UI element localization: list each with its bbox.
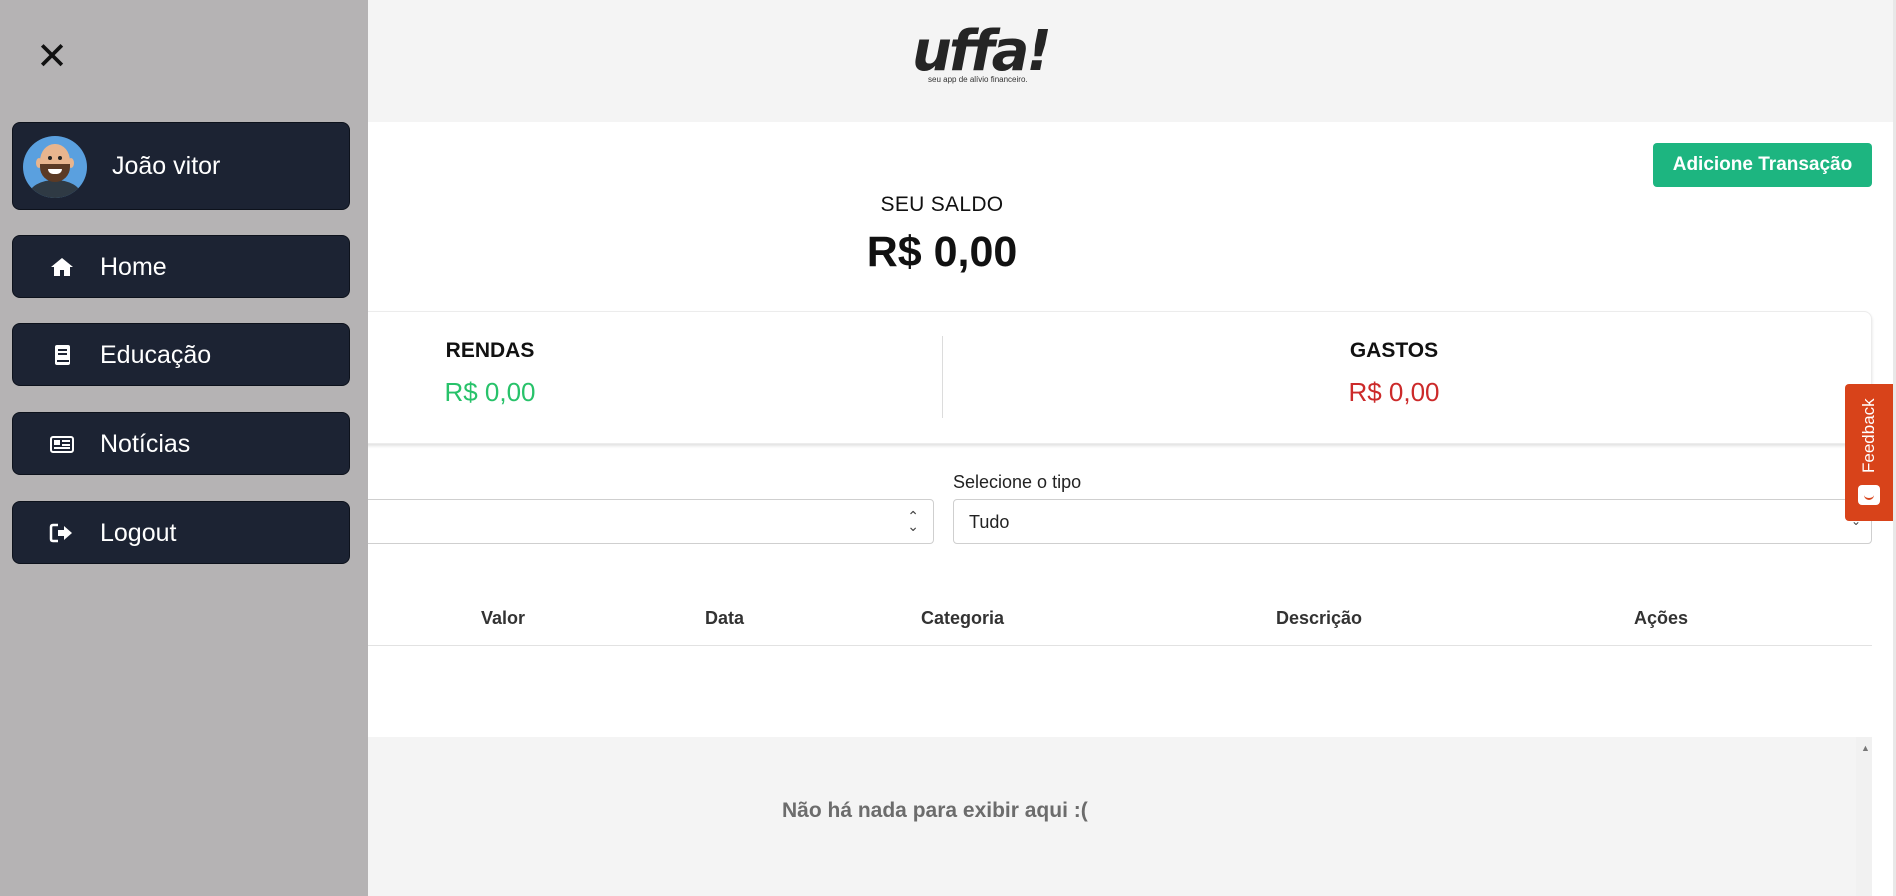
expenses-value: R$ 0,00 [1348,377,1440,407]
balance-value: R$ 0,00 [866,228,1018,276]
logo-wordmark: uffa! [912,19,1052,84]
newspaper-icon [50,436,74,453]
incomes-value: R$ 0,00 [444,377,536,407]
incomes-label: RENDAS [445,339,535,362]
summary-divider [942,336,943,418]
home-icon [51,258,73,276]
column-header-acoes: Ações [1634,608,1689,628]
updown-chevron-icon: ⌃ ⌄ [907,508,919,534]
sidebar-item-educacao[interactable]: Educação [12,323,350,386]
feedback-smile-icon [1858,485,1880,505]
uffa-logo[interactable]: uffa! seu app de alívio financeiro. [912,22,1052,88]
sidebar-item-home[interactable]: Home [12,235,350,298]
book-icon [55,345,70,365]
balance-label: SEU SALDO [880,193,1004,216]
logout-icon [49,523,72,543]
sidebar-item-logout[interactable]: Logout [12,501,350,564]
sidebar-item-label: Educação [100,341,212,369]
sidebar-item-label: Home [100,253,167,281]
close-icon[interactable]: ✕ [30,34,74,78]
panel-scrollbar[interactable] [1856,737,1872,896]
logo-tagline: seu app de alívio financeiro. [928,75,1028,84]
sidebar-item-label: Logout [100,519,177,547]
type-select-value: Tudo [969,512,1010,532]
side-drawer: ✕ João vitor Home Educação Notícias Logo… [0,0,368,896]
column-header-data: Data [705,608,745,628]
avatar [23,136,87,198]
column-header-descricao: Descrição [1276,608,1363,628]
sidebar-item-label: Notícias [100,430,191,458]
add-transaction-button[interactable]: Adicione Transação [1653,143,1872,187]
user-name: João vitor [112,152,221,180]
feedback-label: Feedback [1859,398,1878,474]
sidebar-item-noticias[interactable]: Notícias [12,412,350,475]
expenses-label: GASTOS [1349,339,1439,362]
scroll-up-arrow-icon[interactable]: ▲ [1861,743,1870,753]
column-header-categoria: Categoria [921,608,1005,628]
column-header-valor: Valor [481,608,526,628]
type-select-label: Selecione o tipo [953,472,1082,492]
user-profile-card[interactable]: João vitor [12,122,350,210]
type-select[interactable]: Tudo ⌄ [953,499,1872,544]
empty-state-message: Não há nada para exibir aqui :( [782,799,1088,822]
